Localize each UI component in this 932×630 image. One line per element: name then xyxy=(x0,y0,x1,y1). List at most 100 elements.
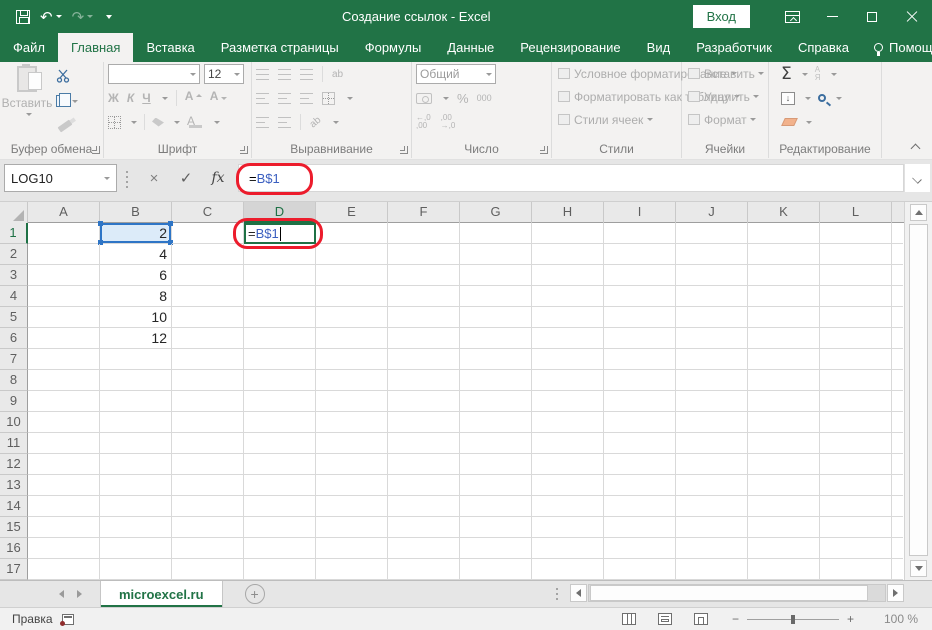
cell-J14[interactable] xyxy=(676,496,748,517)
cell-K7[interactable] xyxy=(748,349,820,370)
cell-J8[interactable] xyxy=(676,370,748,391)
cell-A2[interactable] xyxy=(28,244,100,265)
cell-I13[interactable] xyxy=(604,475,676,496)
insert-function-button[interactable]: fx xyxy=(204,164,232,192)
cell-H3[interactable] xyxy=(532,265,604,286)
cell-L6[interactable] xyxy=(820,328,892,349)
cell-A5[interactable] xyxy=(28,307,100,328)
zoom-out-button[interactable]: − xyxy=(732,612,739,626)
cell-F14[interactable] xyxy=(388,496,460,517)
cell-B3[interactable]: 6 xyxy=(100,265,172,286)
font-name-combo[interactable] xyxy=(108,64,200,84)
cell-E14[interactable] xyxy=(316,496,388,517)
row-header-16[interactable]: 16 xyxy=(0,538,28,559)
cell-K17[interactable] xyxy=(748,559,820,580)
cell-A14[interactable] xyxy=(28,496,100,517)
cell-K16[interactable] xyxy=(748,538,820,559)
cell-B13[interactable] xyxy=(100,475,172,496)
cell-partial-9[interactable] xyxy=(892,391,903,412)
cell-F7[interactable] xyxy=(388,349,460,370)
cell-L13[interactable] xyxy=(820,475,892,496)
cell-J17[interactable] xyxy=(676,559,748,580)
merge-center-icon[interactable] xyxy=(322,92,335,105)
cell-F3[interactable] xyxy=(388,265,460,286)
cell-partial-6[interactable] xyxy=(892,328,903,349)
clipboard-dialog-launcher[interactable] xyxy=(92,146,100,154)
copy-button[interactable] xyxy=(52,91,100,111)
cell-D12[interactable] xyxy=(244,454,316,475)
cell-K15[interactable] xyxy=(748,517,820,538)
zoom-in-button[interactable]: + xyxy=(847,612,854,626)
cell-E7[interactable] xyxy=(316,349,388,370)
row-header-1[interactable]: 1 xyxy=(0,223,28,244)
increase-indent-icon[interactable] xyxy=(278,117,291,128)
formula-bar-grip[interactable] xyxy=(126,171,128,173)
cell-D14[interactable] xyxy=(244,496,316,517)
column-header-D[interactable]: D xyxy=(244,202,316,223)
cell-L10[interactable] xyxy=(820,412,892,433)
font-size-combo[interactable]: 12 xyxy=(204,64,244,84)
cell-D10[interactable] xyxy=(244,412,316,433)
cancel-button[interactable]: × xyxy=(140,164,168,192)
tab-home[interactable]: Главная xyxy=(58,33,133,62)
cell-C10[interactable] xyxy=(172,412,244,433)
column-header-partial[interactable] xyxy=(892,202,903,223)
cell-styles-button[interactable]: Стили ячеек xyxy=(552,108,681,131)
scroll-up-button[interactable] xyxy=(910,204,927,221)
cell-L11[interactable] xyxy=(820,433,892,454)
expand-formula-bar-button[interactable] xyxy=(904,164,930,192)
cell-C17[interactable] xyxy=(172,559,244,580)
cell-B16[interactable] xyxy=(100,538,172,559)
cell-F11[interactable] xyxy=(388,433,460,454)
cell-K12[interactable] xyxy=(748,454,820,475)
cell-E5[interactable] xyxy=(316,307,388,328)
horizontal-scrollbar[interactable] xyxy=(570,584,905,602)
column-header-I[interactable]: I xyxy=(604,202,676,223)
cell-L7[interactable] xyxy=(820,349,892,370)
cell-H13[interactable] xyxy=(532,475,604,496)
cell-I6[interactable] xyxy=(604,328,676,349)
cell-B6[interactable]: 12 xyxy=(100,328,172,349)
cell-H1[interactable] xyxy=(532,223,604,244)
cell-H12[interactable] xyxy=(532,454,604,475)
cell-F9[interactable] xyxy=(388,391,460,412)
conditional-formatting-button[interactable]: Условное форматирование xyxy=(552,62,681,85)
row-header-14[interactable]: 14 xyxy=(0,496,28,517)
cell-F6[interactable] xyxy=(388,328,460,349)
next-sheet-button[interactable] xyxy=(70,581,92,607)
accounting-format-icon[interactable] xyxy=(416,93,432,104)
percent-style-button[interactable]: % xyxy=(457,91,469,106)
cell-A9[interactable] xyxy=(28,391,100,412)
collapse-ribbon-button[interactable] xyxy=(911,142,920,151)
cell-F4[interactable] xyxy=(388,286,460,307)
fill-button[interactable]: ↓ xyxy=(781,92,795,105)
cell-D7[interactable] xyxy=(244,349,316,370)
cell-H15[interactable] xyxy=(532,517,604,538)
cell-partial-3[interactable] xyxy=(892,265,903,286)
cell-L14[interactable] xyxy=(820,496,892,517)
align-top-icon[interactable] xyxy=(256,69,269,80)
cell-H8[interactable] xyxy=(532,370,604,391)
undo-button[interactable]: ↶ xyxy=(40,8,62,26)
cell-H9[interactable] xyxy=(532,391,604,412)
row-header-11[interactable]: 11 xyxy=(0,433,28,454)
row-header-2[interactable]: 2 xyxy=(0,244,28,265)
tab-page-layout[interactable]: Разметка страницы xyxy=(208,33,352,62)
row-header-7[interactable]: 7 xyxy=(0,349,28,370)
cell-A4[interactable] xyxy=(28,286,100,307)
cell-L5[interactable] xyxy=(820,307,892,328)
cell-D9[interactable] xyxy=(244,391,316,412)
cell-A10[interactable] xyxy=(28,412,100,433)
tab-developer[interactable]: Разработчик xyxy=(683,33,785,62)
cell-C13[interactable] xyxy=(172,475,244,496)
cell-L1[interactable] xyxy=(820,223,892,244)
zoom-level[interactable]: 100 % xyxy=(878,612,918,626)
cell-partial-13[interactable] xyxy=(892,475,903,496)
align-middle-icon[interactable] xyxy=(278,69,291,80)
cell-B2[interactable]: 4 xyxy=(100,244,172,265)
name-box[interactable]: LOG10 xyxy=(4,164,117,192)
cell-I11[interactable] xyxy=(604,433,676,454)
cell-G3[interactable] xyxy=(460,265,532,286)
align-bottom-icon[interactable] xyxy=(300,69,313,80)
tab-review[interactable]: Рецензирование xyxy=(507,33,633,62)
